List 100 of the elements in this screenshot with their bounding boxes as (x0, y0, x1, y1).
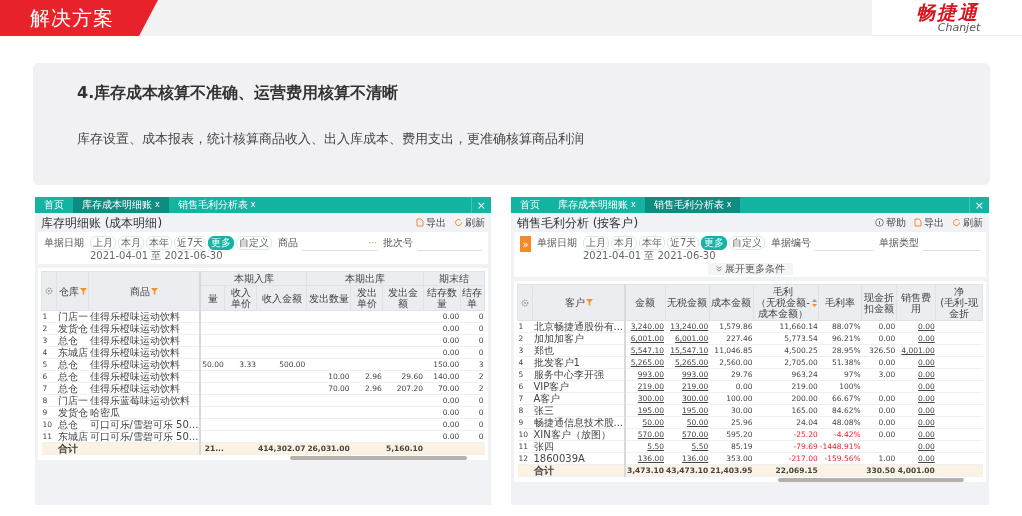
column-header: 收入单价 (229, 287, 252, 309)
export-button[interactable]: 导出 (416, 216, 446, 229)
table-cell: 佳得乐橙味运动饮料 (88, 334, 201, 347)
settings-icon[interactable] (521, 298, 529, 307)
table-cell: 批发客户1 (532, 356, 626, 369)
table-cell: 佳得乐橙味运动饮料 (88, 382, 201, 395)
table-cell: 服务中心李开强 (532, 368, 626, 381)
date-preset[interactable]: 本年 (639, 236, 665, 250)
table-cell: 张四 (532, 440, 626, 453)
date-range: 2021-04-01 至 2021-06-30 (90, 250, 224, 262)
table-cell: 北京畅捷通股份有... (532, 320, 626, 333)
scrollbar[interactable] (777, 478, 965, 482)
table-cell: 总仓 (56, 358, 89, 371)
table-cell: 门店一 (56, 310, 89, 323)
date-preset[interactable]: 近7天 (174, 236, 207, 250)
date-preset[interactable]: 近7天 (667, 236, 700, 250)
page-title: 销售毛利分析 (按客户) (517, 215, 639, 230)
table-cell: 发货仓 (56, 406, 89, 419)
refresh-icon (952, 218, 961, 227)
close-icon[interactable]: x (726, 197, 732, 213)
table-cell: 总仓 (56, 418, 89, 431)
refresh-icon (454, 218, 463, 227)
logo-text: 畅捷通 (915, 1, 979, 22)
close-icon[interactable]: x (155, 197, 160, 213)
date-preset[interactable]: 自定义 (236, 236, 273, 250)
table-cell: 总仓 (56, 370, 89, 383)
table-cell: 东城店 (56, 430, 89, 443)
table-cell: XIN客户（放图） (532, 428, 626, 441)
field-label: 批次号 (383, 236, 414, 250)
table-cell: 佳得乐蓝莓味运动饮料 (88, 394, 201, 407)
column-header: 发出数量 (308, 292, 349, 304)
field-label: 单据日期 (537, 236, 577, 250)
column-header: 成本金额 (711, 297, 752, 308)
column-header: 毛利 （无税金额-成本金额） (755, 286, 811, 319)
date-preset[interactable]: 上月 (583, 236, 609, 250)
table-cell: 畅捷通信息技术股... (532, 416, 626, 429)
date-preset[interactable]: 本年 (146, 236, 172, 250)
date-preset[interactable]: 本月 (611, 236, 637, 250)
table-cell: 门店一 (56, 394, 89, 407)
table-cell: VIP客户 (532, 380, 626, 393)
table-cell: 佳得乐橙味运动饮料 (88, 346, 201, 359)
export-icon (914, 218, 922, 227)
table-cell: 佳得乐橙味运动饮料 (88, 370, 201, 383)
help-icon (875, 218, 884, 227)
refresh-button[interactable]: 刷新 (454, 216, 485, 229)
page-title: 库存明细账 (成本明细) (41, 215, 163, 230)
column-header: 无税金额 (667, 297, 708, 308)
section-title: 解决方案 (0, 0, 158, 36)
logo-subtext: Chanjet (937, 21, 981, 34)
more-conditions-button[interactable]: 展开更多条件 (707, 263, 793, 275)
field-label: 单据编号 (771, 236, 812, 250)
card-description: 库存设置、成本报表，统计核算商品收入、出入库成本、费用支出，更准确核算商品利润 (77, 130, 585, 148)
table-cell: 总仓 (56, 382, 89, 395)
field-label: 商品 (278, 236, 299, 250)
table-cell: 佳得乐橙味运动饮料 (88, 358, 201, 371)
export-icon (416, 218, 424, 227)
table-cell: 张三 (532, 404, 626, 417)
column-header: 商品 (130, 285, 151, 297)
refresh-button[interactable]: 刷新 (952, 216, 983, 229)
date-preset[interactable]: 自定义 (729, 236, 766, 250)
column-header: 净 (毛利-现金折 (939, 286, 979, 319)
field-label: 单据日期 (44, 236, 84, 250)
column-header: 收入金额 (261, 292, 302, 304)
card-title: 4.库存成本核算不准确、运营费用核算不清晰 (77, 83, 400, 104)
field-label: 单据类型 (878, 236, 919, 250)
column-header: 结存数量 (426, 287, 459, 309)
scrollbar[interactable] (289, 456, 468, 460)
tab[interactable]: 销售毛利分析表 x (644, 197, 741, 213)
filter-icon[interactable] (585, 299, 593, 306)
export-button[interactable]: 导出 (914, 216, 944, 229)
table-cell: 佳得乐橙味运动饮料 (88, 310, 201, 323)
table-cell: 发货仓 (56, 322, 89, 335)
column-header: 发出金额 (387, 287, 420, 309)
column-group-header: 期末结 (439, 273, 470, 284)
column-header: 客户 (564, 297, 585, 308)
help-button[interactable]: 帮助 (875, 216, 906, 229)
column-header: 销售费用 (899, 291, 932, 314)
table-cell: 加加加客户 (532, 332, 626, 345)
date-range: 2021-04-01 至 2021-06-30 (583, 250, 717, 262)
date-preset[interactable]: 上月 (90, 236, 116, 250)
tab[interactable]: 库存成本明细账 x (73, 197, 169, 213)
table-cell: A客户 (532, 392, 626, 405)
column-header: 结存单 (461, 287, 483, 309)
table-cell: 郑也 (532, 344, 626, 357)
table-cell: 东城店 (56, 346, 89, 359)
table-cell: 佳得乐橙味运动饮料 (88, 322, 201, 335)
column-header: 量 (207, 292, 218, 304)
table-cell: 总仓 (56, 334, 89, 347)
table-cell: 可口可乐/雪碧可乐 50... (88, 418, 201, 431)
column-group-header: 本期出库 (345, 273, 386, 284)
sort-icon[interactable] (812, 298, 818, 307)
date-preset[interactable]: 本月 (118, 236, 144, 250)
column-header: 金额 (635, 297, 656, 308)
settings-icon[interactable] (45, 287, 53, 295)
table-cell: 哈密瓜 (88, 406, 201, 419)
column-header: 仓库 (58, 285, 79, 297)
chevron-icon (715, 266, 722, 272)
filter-icon[interactable] (151, 287, 159, 295)
column-header: 现金折扣金额 (863, 291, 895, 314)
filter-icon[interactable] (79, 287, 87, 295)
